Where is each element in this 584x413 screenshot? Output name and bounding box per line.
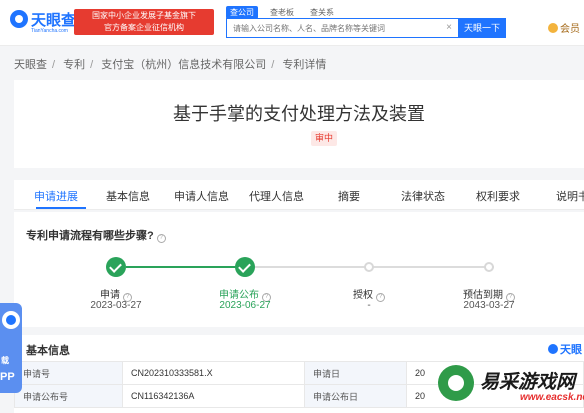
step-check-icon [106, 257, 126, 277]
breadcrumb-separator: / [271, 59, 275, 71]
table-value: CN116342136A [122, 384, 305, 408]
detail-tabs: 申请进展 基本信息 申请人信息 代理人信息 摘要 法律状态 权利要求 说明书 [14, 180, 584, 210]
app-download-float[interactable]: 载 PP [0, 303, 22, 393]
tab-abstract[interactable]: 摘要 [338, 188, 360, 204]
tianyancha-logo[interactable]: 天眼查 TianYancha.com [10, 8, 76, 36]
step-date-publish: 2023-06-27 [219, 300, 271, 311]
patent-title: 基于手掌的支付处理方法及装置 [173, 104, 425, 124]
patent-title-card: 基于手掌的支付处理方法及装置 审中 [14, 80, 584, 168]
tab-specification[interactable]: 说明书 [556, 188, 584, 204]
table-value: CN202310333581.X [122, 361, 305, 385]
table-key: 申请号 [14, 361, 123, 385]
brand-watermark: 天眼 [548, 341, 582, 357]
gov-badge-line1: 国家中小企业发展子基金旗下 [92, 11, 196, 20]
tab-agent-info[interactable]: 代理人信息 [249, 188, 304, 204]
breadcrumb-separator: / [90, 59, 94, 71]
breadcrumb-patent[interactable]: 专利 [63, 59, 85, 71]
search-input[interactable] [227, 19, 437, 37]
watermark-url: www.eacsk.net [520, 392, 584, 403]
logo-subtext: TianYancha.com [31, 28, 68, 34]
progress-track-pending [254, 266, 494, 268]
table-key: 申请公布日 [304, 384, 407, 408]
breadcrumb-separator: / [52, 59, 56, 71]
gov-badge: 国家中小企业发展子基金旗下 官方备案企业征信机构 [74, 9, 214, 35]
eye-logo-icon [548, 344, 558, 354]
vip-crown-icon [548, 23, 558, 33]
step-pending-dot [484, 262, 494, 272]
search-button[interactable]: 天眼一下 [458, 18, 506, 38]
tab-applicant-info[interactable]: 申请人信息 [174, 188, 229, 204]
breadcrumb-company[interactable]: 支付宝（杭州）信息技术有限公司 [101, 59, 266, 71]
step-date-expiry: 2043-03-27 [463, 300, 515, 311]
tab-claims[interactable]: 权利要求 [476, 188, 520, 204]
table-key: 申请日 [304, 361, 407, 385]
progress-track-done [126, 266, 244, 268]
breadcrumb-current: 专利详情 [282, 59, 327, 71]
tab-basic-info[interactable]: 基本信息 [106, 188, 150, 204]
watermark-name: 易采游戏网 [480, 371, 576, 393]
app-float-text: 载 [1, 356, 9, 365]
site-watermark: 易采游戏网 www.eacsk.net [436, 359, 584, 413]
basic-info-title: 基本信息 [26, 345, 70, 357]
step-date-apply: 2023-03-27 [90, 300, 142, 311]
step-pending-dot [364, 262, 374, 272]
eye-logo-icon [10, 10, 28, 28]
active-tab-indicator [36, 207, 86, 209]
progress-question: 专利申请流程有哪些步骤?? [26, 227, 166, 243]
app-logo-icon [2, 311, 20, 329]
top-header: 天眼查 TianYancha.com 国家中小企业发展子基金旗下 官方备案企业征… [0, 0, 584, 46]
step-date-grant: - [367, 300, 371, 311]
gov-badge-line2: 官方备案企业征信机构 [104, 23, 184, 32]
clear-icon[interactable]: × [446, 22, 452, 33]
step-check-icon [235, 257, 255, 277]
table-key: 申请公布号 [14, 384, 123, 408]
vip-link[interactable]: 会员 [548, 20, 580, 35]
search-box: × [226, 18, 458, 38]
brand-text: 天眼 [560, 344, 582, 356]
breadcrumb-home[interactable]: 天眼查 [14, 59, 47, 71]
watermark-logo-icon [438, 365, 474, 401]
vip-label: 会员 [560, 24, 580, 35]
help-icon[interactable]: ? [156, 234, 166, 243]
status-badge: 审中 [311, 131, 337, 146]
progress-question-text: 专利申请流程有哪些步骤? [26, 230, 154, 242]
tab-application-progress[interactable]: 申请进展 [34, 188, 78, 204]
application-progress-section: 专利申请流程有哪些步骤?? 申请? 申请公布? 授权? 预估到期? 2023-0… [14, 212, 584, 327]
app-float-label: PP [0, 371, 15, 383]
logo-text: 天眼查 [31, 12, 77, 29]
breadcrumb: 天眼查 / 专利 / 支付宝（杭州）信息技术有限公司 / 专利详情 [14, 56, 326, 72]
tab-legal-status[interactable]: 法律状态 [401, 188, 445, 204]
